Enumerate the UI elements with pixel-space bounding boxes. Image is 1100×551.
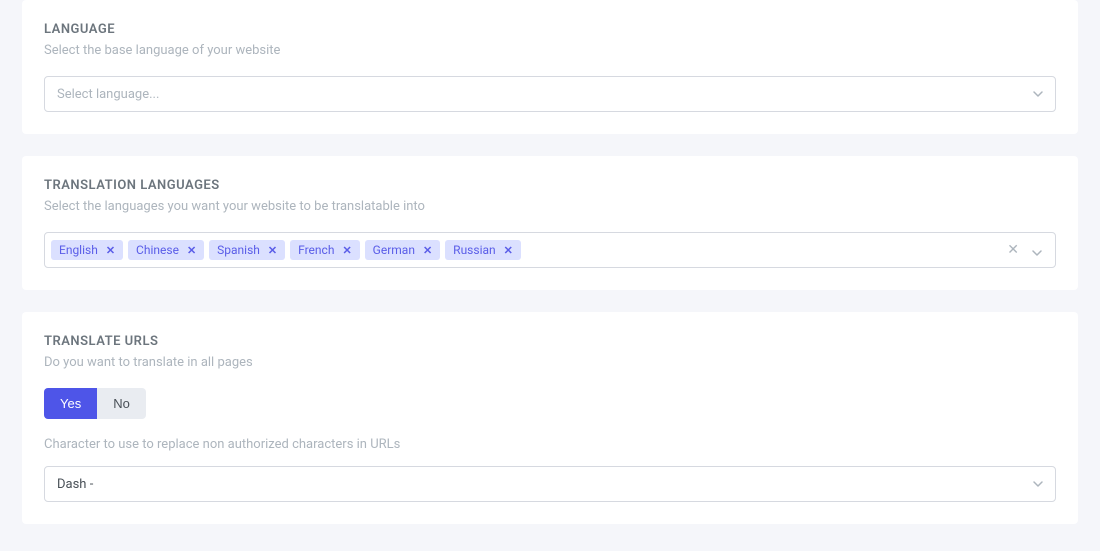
close-icon[interactable]: ✕ (502, 245, 515, 256)
tag-german: German ✕ (365, 240, 441, 260)
close-icon[interactable]: ✕ (104, 245, 117, 256)
tag-label: French (298, 243, 334, 257)
clear-all-icon[interactable]: ✕ (1007, 243, 1019, 257)
close-icon[interactable]: ✕ (185, 245, 198, 256)
language-card: LANGUAGE Select the base language of you… (22, 0, 1078, 134)
language-subtitle: Select the base language of your website (44, 43, 1056, 58)
tag-label: Russian (453, 243, 495, 257)
tag-label: English (59, 243, 98, 257)
url-char-select[interactable]: Dash - (44, 466, 1056, 502)
language-select-value: Select language... (44, 76, 1056, 112)
translate-urls-toggle: Yes No (44, 388, 146, 419)
translation-title: TRANSLATION LANGUAGES (44, 178, 1056, 193)
chevron-down-icon (1031, 244, 1043, 256)
urls-subtitle: Do you want to translate in all pages (44, 355, 1056, 370)
yes-button[interactable]: Yes (44, 388, 97, 419)
language-title: LANGUAGE (44, 22, 1056, 37)
language-select[interactable]: Select language... (44, 76, 1056, 112)
tag-label: Spanish (217, 243, 260, 257)
url-char-select-value: Dash - (44, 466, 1056, 502)
tag-french: French ✕ (290, 240, 360, 260)
tag-english: English ✕ (51, 240, 123, 260)
translation-card: TRANSLATION LANGUAGES Select the languag… (22, 156, 1078, 290)
urls-hint: Character to use to replace non authoriz… (44, 437, 1056, 452)
tag-chinese: Chinese ✕ (128, 240, 204, 260)
urls-card: TRANSLATE URLS Do you want to translate … (22, 312, 1078, 524)
tag-label: Chinese (136, 243, 179, 257)
translation-multiselect[interactable]: English ✕ Chinese ✕ Spanish ✕ French ✕ G… (44, 232, 1056, 268)
tag-spanish: Spanish ✕ (209, 240, 285, 260)
translation-subtitle: Select the languages you want your websi… (44, 199, 1056, 214)
urls-title: TRANSLATE URLS (44, 334, 1056, 349)
tag-label: German (373, 243, 415, 257)
close-icon[interactable]: ✕ (421, 245, 434, 256)
close-icon[interactable]: ✕ (266, 245, 279, 256)
close-icon[interactable]: ✕ (340, 245, 353, 256)
tag-russian: Russian ✕ (445, 240, 521, 260)
no-button[interactable]: No (97, 388, 146, 419)
